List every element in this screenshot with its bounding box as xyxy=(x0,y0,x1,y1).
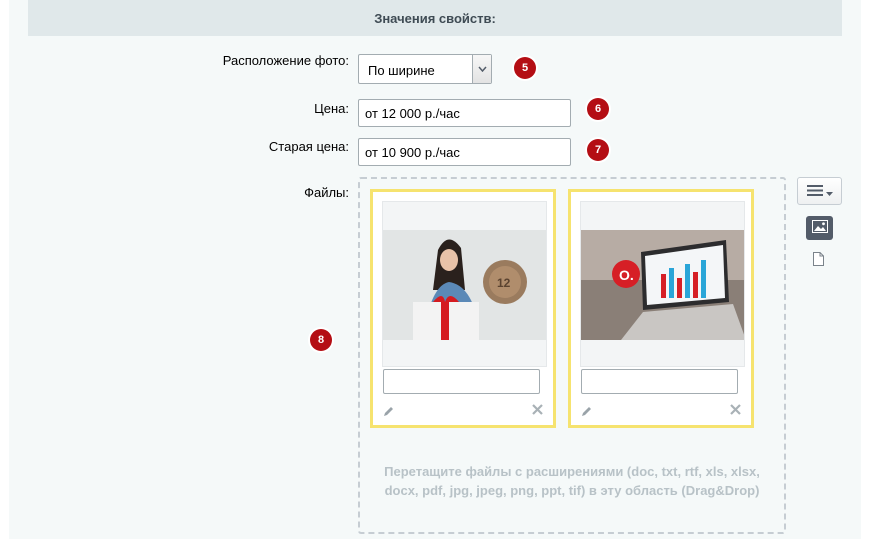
dropzone-hint: Перетащите файлы с расширениями (doc, tx… xyxy=(384,464,760,498)
price-label: Цена: xyxy=(314,101,349,116)
laptop-chart-photo[interactable]: O. xyxy=(580,201,745,367)
step-badge-6: 6 xyxy=(587,98,609,120)
image-icon xyxy=(811,220,828,236)
photo-layout-value: По ширине xyxy=(368,63,435,78)
svg-text:12: 12 xyxy=(497,276,511,290)
woman-with-gift-photo[interactable]: 12 xyxy=(382,201,547,367)
file-card[interactable]: 12 xyxy=(370,189,556,428)
close-icon[interactable] xyxy=(532,402,543,419)
caret-down-icon xyxy=(825,184,833,199)
view-menu-button[interactable] xyxy=(797,177,842,205)
file-icon xyxy=(813,252,824,269)
photo-layout-select[interactable]: По ширине xyxy=(358,54,492,84)
old-price-input[interactable] xyxy=(358,138,571,166)
step-badge-7: 7 xyxy=(587,139,609,161)
image-view-toggle[interactable] xyxy=(806,216,833,240)
close-icon[interactable] xyxy=(730,402,741,419)
file-description-input[interactable] xyxy=(383,369,540,394)
section-header: Значения свойств: xyxy=(28,0,842,36)
pencil-icon[interactable] xyxy=(383,405,395,420)
chevron-down-icon[interactable] xyxy=(472,55,491,83)
file-view-toggle[interactable] xyxy=(813,252,824,269)
price-input[interactable] xyxy=(358,99,571,127)
photo-layout-label: Расположение фото: xyxy=(222,53,349,68)
file-description-input[interactable] xyxy=(581,369,738,394)
svg-text:O.: O. xyxy=(619,267,634,283)
hamburger-icon xyxy=(806,184,823,199)
file-card[interactable]: O. xyxy=(568,189,754,428)
old-price-label: Старая цена: xyxy=(268,139,349,154)
files-label: Файлы: xyxy=(304,185,349,200)
pencil-icon[interactable] xyxy=(581,405,593,420)
step-badge-8: 8 xyxy=(310,329,332,351)
step-badge-5: 5 xyxy=(514,57,536,79)
section-title: Значения свойств: xyxy=(374,10,496,26)
